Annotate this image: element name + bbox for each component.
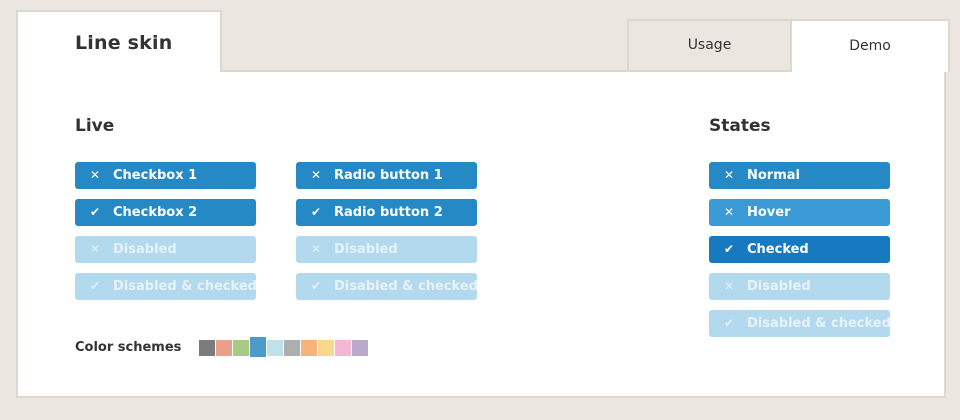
- radio-button-2[interactable]: ✔ Radio button 2: [296, 199, 477, 226]
- x-icon: ✕: [723, 168, 735, 182]
- x-icon: ✕: [723, 205, 735, 219]
- radio-button-1-label: Radio button 1: [334, 168, 443, 183]
- states-section-title: States: [709, 116, 771, 136]
- checkbox-disabled: ✕ Disabled: [75, 236, 256, 263]
- radio-disabled-label: Disabled: [334, 242, 398, 257]
- checkbox-disabled-label: Disabled: [113, 242, 177, 257]
- state-disabled: ✕ Disabled: [709, 273, 890, 300]
- radio-button-1[interactable]: ✕ Radio button 1: [296, 162, 477, 189]
- state-checked-label: Checked: [747, 242, 809, 257]
- color-swatch-1[interactable]: [199, 340, 215, 356]
- state-disabled-checked-label: Disabled & checked: [747, 316, 891, 331]
- check-icon: ✔: [89, 279, 101, 293]
- x-icon: ✕: [310, 242, 322, 256]
- color-swatch-3[interactable]: [233, 340, 249, 356]
- check-icon: ✔: [723, 316, 735, 330]
- state-disabled-label: Disabled: [747, 279, 811, 294]
- color-swatch-9[interactable]: [335, 340, 351, 356]
- state-hover-label: Hover: [747, 205, 791, 220]
- radio-disabled-checked: ✔ Disabled & checked: [296, 273, 478, 300]
- color-swatch-6[interactable]: [284, 340, 300, 356]
- radio-button-2-label: Radio button 2: [334, 205, 443, 220]
- color-swatch-7[interactable]: [301, 340, 317, 356]
- color-swatch-5[interactable]: [267, 340, 283, 356]
- color-swatch-2[interactable]: [216, 340, 232, 356]
- x-icon: ✕: [310, 168, 322, 182]
- checkbox-2-label: Checkbox 2: [113, 205, 198, 220]
- state-disabled-checked: ✔ Disabled & checked: [709, 310, 891, 337]
- page-title: Line skin: [75, 32, 173, 54]
- color-swatch-4[interactable]: [250, 337, 266, 357]
- live-section-title: Live: [75, 116, 115, 136]
- color-swatch-10[interactable]: [352, 340, 368, 356]
- checkbox-disabled-checked: ✔ Disabled & checked: [75, 273, 257, 300]
- color-schemes-label: Color schemes: [75, 340, 182, 355]
- card-top-border: [220, 70, 630, 72]
- check-icon: ✔: [310, 205, 322, 219]
- tab-line-skin[interactable]: Line skin: [16, 10, 222, 72]
- radio-disabled: ✕ Disabled: [296, 236, 477, 263]
- tab-demo[interactable]: Demo: [790, 19, 950, 72]
- checkbox-1-label: Checkbox 1: [113, 168, 198, 183]
- checkbox-disabled-checked-label: Disabled & checked: [113, 279, 257, 294]
- x-icon: ✕: [89, 168, 101, 182]
- x-icon: ✕: [89, 242, 101, 256]
- state-normal-label: Normal: [747, 168, 800, 183]
- state-checked[interactable]: ✔ Checked: [709, 236, 890, 263]
- x-icon: ✕: [723, 279, 735, 293]
- check-icon: ✔: [723, 242, 735, 256]
- radio-disabled-checked-label: Disabled & checked: [334, 279, 478, 294]
- check-icon: ✔: [89, 205, 101, 219]
- check-icon: ✔: [310, 279, 322, 293]
- tab-usage[interactable]: Usage: [627, 19, 790, 72]
- checkbox-1[interactable]: ✕ Checkbox 1: [75, 162, 256, 189]
- color-swatch-8[interactable]: [318, 340, 334, 356]
- state-hover[interactable]: ✕ Hover: [709, 199, 890, 226]
- state-normal[interactable]: ✕ Normal: [709, 162, 890, 189]
- checkbox-2[interactable]: ✔ Checkbox 2: [75, 199, 256, 226]
